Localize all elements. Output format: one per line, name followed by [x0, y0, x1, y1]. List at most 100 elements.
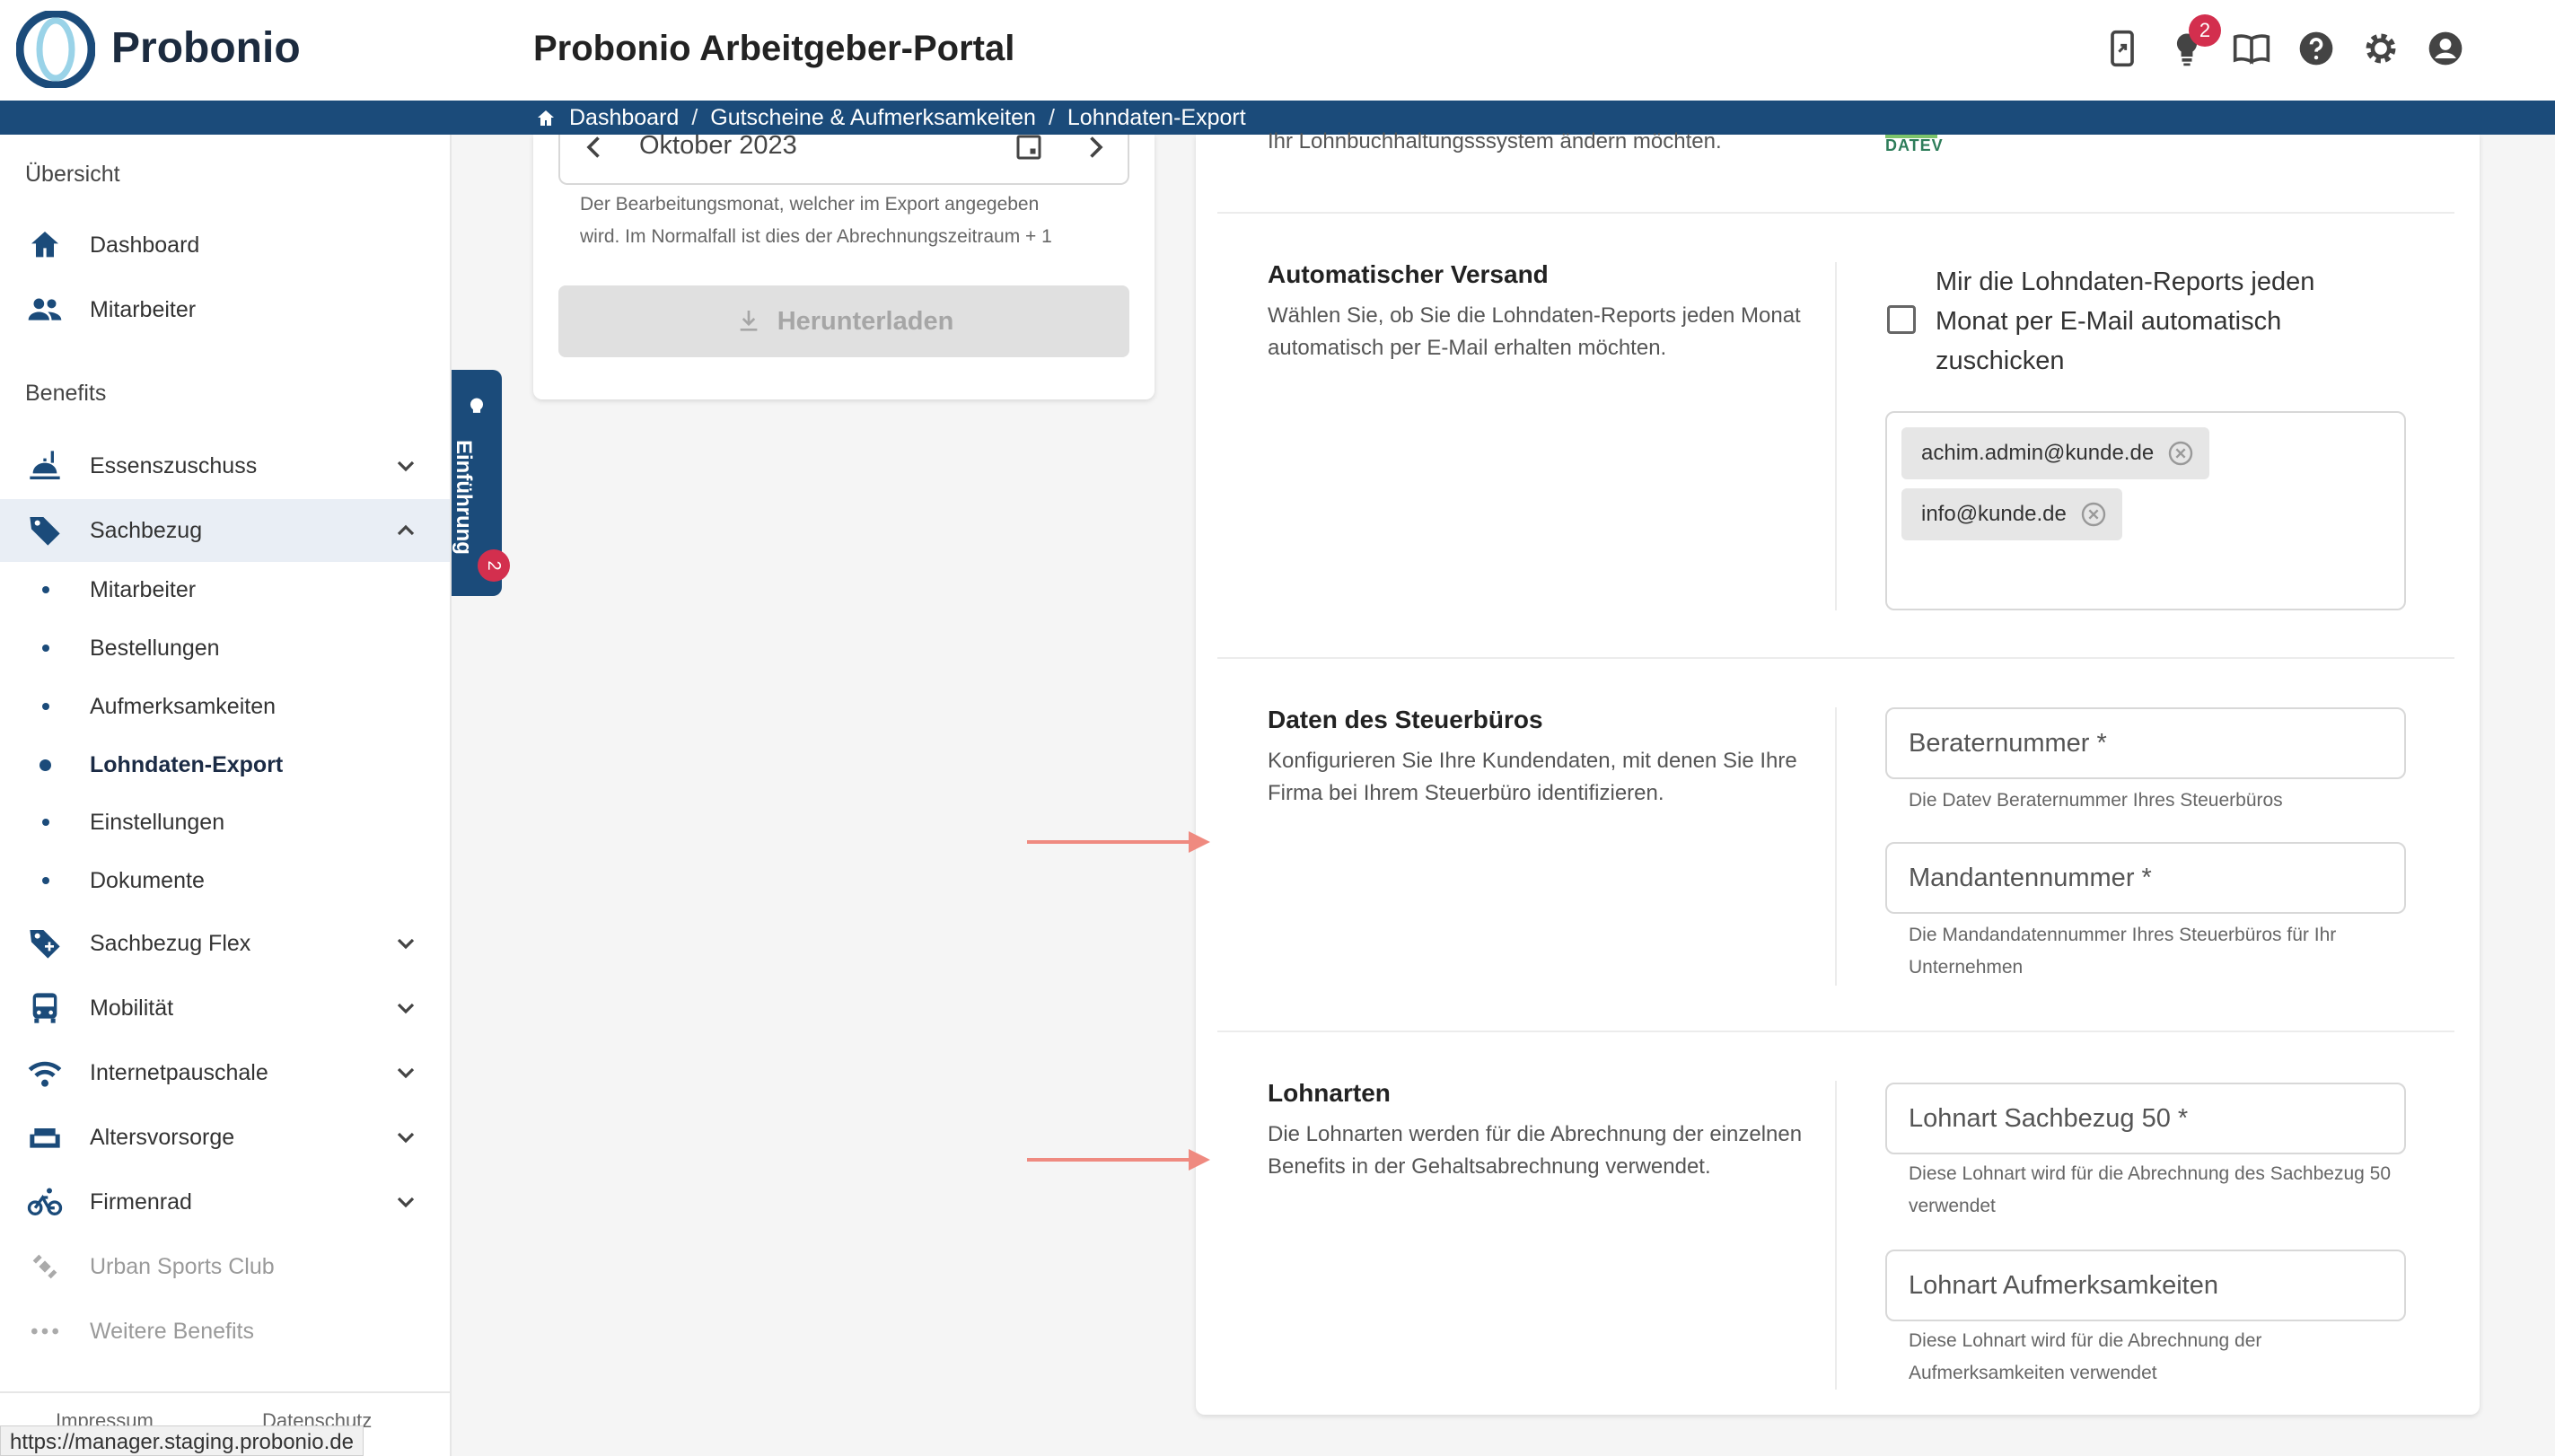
berater-number-hint: Die Datev Beraternummer Ihres Steuerbüro… — [1909, 790, 2283, 811]
datev-logo-bar — [1885, 135, 1937, 138]
wifi-icon — [28, 1061, 62, 1087]
bullet-icon — [40, 759, 51, 771]
chevron-down-icon[interactable] — [391, 994, 420, 1022]
sidebar-subitem-mitarbeiter[interactable]: Mitarbeiter — [0, 563, 450, 617]
month-helper-text: Der Bearbeitungsmonat, welcher im Export… — [580, 194, 1040, 215]
auto-send-checkbox[interactable] — [1887, 305, 1916, 334]
sidebar-item-mitarbeiter[interactable]: Mitarbeiter — [0, 278, 450, 341]
calendar-icon[interactable] — [1013, 131, 1045, 163]
lightbulb-icon — [470, 398, 484, 413]
sidebar-subitem-bestellungen[interactable]: Bestellungen — [0, 621, 450, 675]
account-icon[interactable] — [2426, 29, 2465, 68]
chevron-down-icon[interactable] — [391, 1058, 420, 1087]
app-header: Probonio Probonio Arbeitgeber-Portal 2 — [0, 0, 2555, 101]
settings-icon[interactable] — [2361, 29, 2401, 68]
tag-icon — [30, 517, 60, 546]
annotation-arrow-icon — [1027, 831, 1210, 853]
chevron-down-icon[interactable] — [391, 1123, 420, 1152]
sidebar-item-mobilitaet[interactable]: Mobilität — [0, 977, 450, 1039]
month-helper-text-2: wird. Im Normalfall ist dies der Abrechn… — [580, 226, 1052, 247]
column-divider — [1835, 1081, 1837, 1390]
section-divider — [1217, 212, 2454, 214]
sidebar-item-label: Sachbezug Flex — [90, 930, 251, 956]
home-icon[interactable] — [535, 108, 557, 129]
bullet-icon — [42, 586, 49, 593]
mandant-number-hint: Die Mandandatennummer Ihres Steuerbüros … — [1909, 925, 2337, 978]
chevron-down-icon[interactable] — [391, 1188, 420, 1216]
sidebar-item-sachbezug[interactable]: Sachbezug — [0, 499, 450, 562]
notification-badge: 2 — [2189, 14, 2221, 47]
auto-send-checkbox-label[interactable]: Mir die Lohndaten-Reports jeden Monat pe… — [1936, 262, 2349, 381]
sidebar-subitem-dokumente[interactable]: Dokumente — [0, 854, 450, 908]
probonio-logo[interactable] — [16, 11, 95, 88]
wage-type-attention-hint: Diese Lohnart wird für die Abrechnung de… — [1909, 1330, 2262, 1383]
wage-types-title: Lohnarten — [1268, 1079, 1391, 1107]
intro-tab-badge: 2 — [478, 549, 510, 582]
download-button-label: Herunterladen — [777, 306, 954, 336]
sidebar-item-altersvorsorge[interactable]: Altersvorsorge — [0, 1106, 450, 1169]
sidebar-item-label: Firmenrad — [90, 1188, 192, 1215]
sidebar-subitem-label: Bestellungen — [90, 635, 220, 661]
chevron-up-icon[interactable] — [391, 516, 420, 545]
email-chip-label: info@kunde.de — [1921, 502, 2067, 526]
section-divider — [1217, 657, 2454, 659]
chevron-left-icon[interactable] — [578, 131, 610, 163]
remove-chip-icon[interactable] — [2166, 439, 2195, 468]
home-icon — [31, 232, 58, 258]
bullet-icon — [42, 703, 49, 710]
sidebar-subitem-label: Aufmerksamkeiten — [90, 693, 277, 719]
auto-send-title: Automatischer Versand — [1268, 260, 1549, 288]
sidebar-subitem-label: Mitarbeiter — [90, 576, 197, 602]
chevron-right-icon[interactable] — [1079, 131, 1111, 163]
sidebar-subitem-label: Lohndaten-Export — [90, 751, 284, 777]
sidebar-item-sachbezug-flex[interactable]: Sachbezug Flex — [0, 912, 450, 975]
bullet-icon — [42, 819, 49, 826]
column-divider — [1835, 707, 1837, 986]
sidebar-item-urban-sports-club[interactable]: Urban Sports Club — [0, 1235, 450, 1298]
sidebar-item-essenszuschuss[interactable]: Essenszuschuss — [0, 434, 450, 497]
email-chip: achim.admin@kunde.de — [1901, 427, 2210, 479]
sidebar-item-label: Weitere Benefits — [90, 1318, 254, 1344]
sidebar-item-label: Internetpauschale — [90, 1059, 268, 1085]
system-change-text: Ihr Lohnbuchhaltungsssystem ändern möcht… — [1268, 129, 1722, 153]
bicycle-icon — [27, 1188, 63, 1215]
sidebar-subitem-einstellungen[interactable]: Einstellungen — [0, 795, 450, 849]
mandant-number-label: Mandantennummer * — [1909, 864, 2152, 892]
wage-types-description: Die Lohnarten werden für die Abrechnung … — [1268, 1122, 1803, 1179]
people-icon — [28, 298, 62, 320]
auto-send-description: Wählen Sie, ob Sie die Lohndaten-Reports… — [1268, 303, 1801, 360]
download-button[interactable]: Herunterladen — [558, 285, 1129, 357]
logo-text: Probonio — [111, 24, 301, 72]
sidebar-item-label: Essenszuschuss — [90, 452, 258, 478]
chevron-down-icon[interactable] — [391, 452, 420, 480]
book-icon[interactable] — [2232, 29, 2271, 68]
breadcrumb-dashboard[interactable]: Dashboard — [569, 105, 679, 131]
download-icon — [740, 311, 758, 331]
sidebar-item-dashboard[interactable]: Dashboard — [0, 214, 450, 276]
page-title: Probonio Arbeitgeber-Portal — [533, 29, 1015, 68]
mobile-app-icon[interactable] — [2103, 29, 2142, 68]
breadcrumb-lohndaten-export: Lohndaten-Export — [1067, 105, 1246, 130]
email-chip-label: achim.admin@kunde.de — [1921, 441, 2155, 465]
sidebar-item-label: Mitarbeiter — [90, 296, 197, 322]
column-divider — [1835, 262, 1837, 610]
breadcrumb-gutscheine[interactable]: Gutscheine & Aufmerksamkeiten — [710, 105, 1036, 131]
sidebar-subitem-lohndaten-export[interactable]: Lohndaten-Export — [0, 738, 450, 792]
sidebar-subitem-aufmerksamkeiten[interactable]: Aufmerksamkeiten — [0, 680, 450, 733]
remove-chip-icon[interactable] — [2079, 500, 2108, 529]
status-bar-url: https://manager.staging.probonio.de — [0, 1425, 364, 1456]
dumbbell-icon — [32, 1254, 57, 1279]
datev-logo: DATEV — [1885, 136, 1944, 154]
food-icon — [30, 451, 60, 479]
annotation-arrow-icon — [1027, 1149, 1210, 1171]
sidebar-item-firmenrad[interactable]: Firmenrad — [0, 1171, 450, 1233]
sidebar-item-internetpauschale[interactable]: Internetpauschale — [0, 1041, 450, 1104]
sidebar-item-label: Mobilität — [90, 995, 174, 1021]
help-icon[interactable] — [2296, 29, 2336, 68]
wage-type-sachbezug-label: Lohnart Sachbezug 50 * — [1909, 1104, 2189, 1133]
more-horizontal-icon — [31, 1328, 58, 1335]
sidebar-item-label: Sachbezug — [90, 517, 203, 543]
intro-tab-label: Einführung — [452, 440, 476, 555]
chevron-down-icon[interactable] — [391, 929, 420, 958]
sidebar-item-weitere-benefits[interactable]: Weitere Benefits — [0, 1300, 450, 1363]
